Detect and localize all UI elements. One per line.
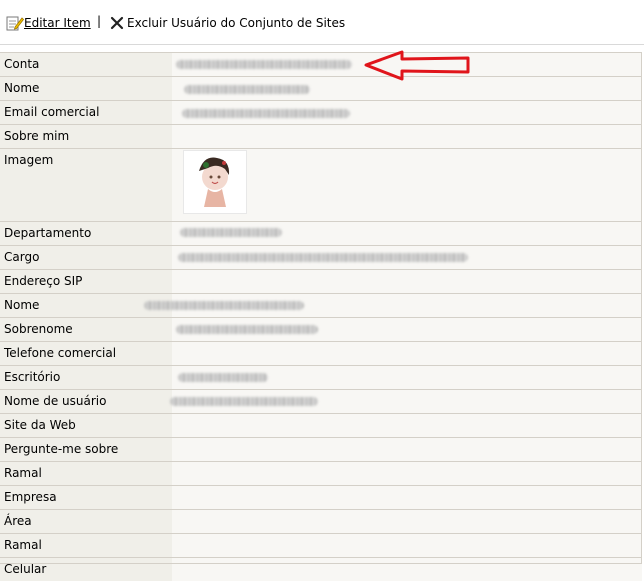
field-row-ramal: Ramal: [0, 461, 642, 485]
edit-icon: [6, 15, 25, 31]
field-label: Email comercial: [0, 101, 172, 124]
field-row-site-web: Site da Web: [0, 413, 642, 437]
field-label: Escritório: [0, 366, 172, 389]
field-row-endereco-sip: Endereço SIP: [0, 269, 642, 293]
delete-user-label: Excluir Usuário do Conjunto de Sites: [127, 16, 346, 30]
field-row-cargo: Cargo: [0, 245, 642, 269]
field-label: Ramal: [0, 462, 172, 485]
field-label: Ramal: [0, 534, 172, 557]
field-value: [172, 534, 642, 557]
field-label: Cargo: [0, 246, 172, 269]
toolbar: Editar Item | Excluir Usuário do Conjunt…: [0, 0, 644, 45]
field-label: Departamento: [0, 222, 172, 245]
field-row-conta: Conta: [0, 52, 642, 76]
field-value: [172, 414, 642, 437]
close-icon: [110, 16, 124, 30]
delete-user-button[interactable]: Excluir Usuário do Conjunto de Sites: [110, 14, 345, 32]
field-value: [172, 486, 642, 509]
field-value: [172, 101, 642, 124]
field-value: [172, 246, 642, 269]
field-value: [172, 222, 642, 245]
form-bottom-border: [0, 563, 642, 564]
field-row-ramal-2: Ramal: [0, 533, 642, 557]
field-label: Celular: [0, 558, 172, 581]
field-label: Nome de usuário: [0, 390, 172, 413]
field-label: Empresa: [0, 486, 172, 509]
field-label: Endereço SIP: [0, 270, 172, 293]
edit-item-button[interactable]: Editar Item: [6, 14, 91, 32]
field-value: [172, 318, 642, 341]
field-value: [172, 438, 642, 461]
field-value: [172, 342, 642, 365]
field-value: [172, 510, 642, 533]
field-value: [172, 125, 642, 148]
field-row-celular: Celular: [0, 557, 642, 581]
user-details-form: Conta Nome Email comercial Sobre mim Ima…: [0, 52, 642, 581]
field-row-escritorio: Escritório: [0, 365, 642, 389]
field-row-imagem: Imagem: [0, 148, 642, 221]
field-label: Imagem: [0, 149, 172, 221]
field-row-sobrenome: Sobrenome: [0, 317, 642, 341]
field-label: Pergunte-me sobre: [0, 438, 172, 461]
edit-item-label: Editar Item: [24, 16, 91, 30]
user-picture: [183, 150, 247, 214]
field-row-area: Área: [0, 509, 642, 533]
form-right-border: [641, 52, 642, 564]
field-value: [172, 366, 642, 389]
field-label: Sobrenome: [0, 318, 172, 341]
field-value: [172, 462, 642, 485]
field-label: Conta: [0, 53, 172, 76]
field-row-pergunte-me: Pergunte-me sobre: [0, 437, 642, 461]
field-row-nome-usuario: Nome de usuário: [0, 389, 642, 413]
field-row-departamento: Departamento: [0, 221, 642, 245]
field-value: [172, 270, 642, 293]
field-row-nome-2: Nome: [0, 293, 642, 317]
toolbar-separator: |: [97, 14, 102, 28]
field-label: Área: [0, 510, 172, 533]
field-label: Sobre mim: [0, 125, 172, 148]
field-value: [170, 390, 642, 413]
field-row-email: Email comercial: [0, 100, 642, 124]
field-row-sobre-mim: Sobre mim: [0, 124, 642, 148]
field-label: Telefone comercial: [0, 342, 172, 365]
field-row-nome: Nome: [0, 76, 642, 100]
field-label: Nome: [0, 77, 172, 100]
field-value: [172, 558, 642, 581]
field-label: Site da Web: [0, 414, 172, 437]
field-value: [144, 294, 642, 317]
annotation-arrow-icon: [364, 50, 470, 81]
field-row-telefone: Telefone comercial: [0, 341, 642, 365]
field-row-empresa: Empresa: [0, 485, 642, 509]
